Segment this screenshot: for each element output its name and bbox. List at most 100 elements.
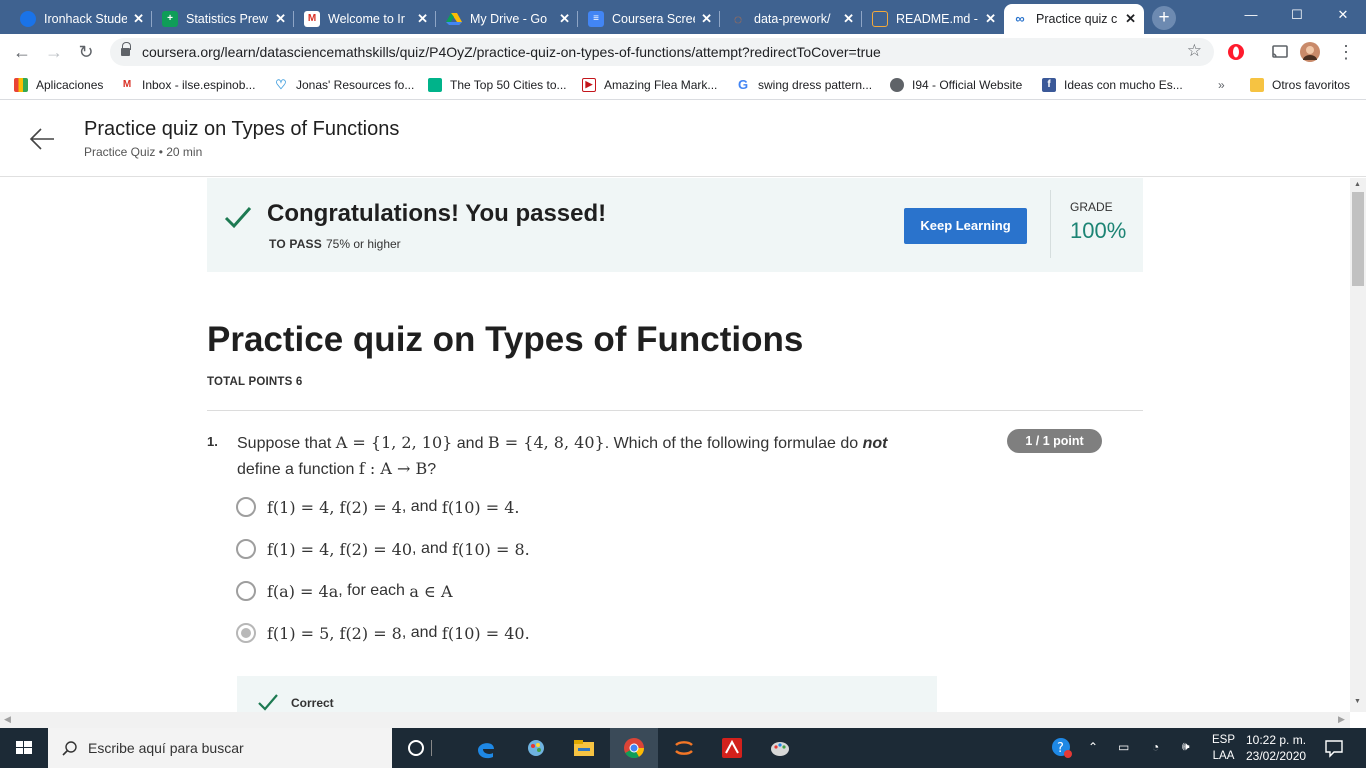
window-close-icon[interactable]: ✕ xyxy=(1320,0,1366,34)
paint-palette-icon[interactable] xyxy=(768,736,792,760)
tab-title: Practice quiz c xyxy=(1036,12,1118,26)
bookmark-i94[interactable]: I94 - Official Website xyxy=(890,76,1022,94)
tab-gmail[interactable]: M Welcome to Ir ✕ xyxy=(296,4,436,34)
address-bar[interactable]: coursera.org/learn/datasciencemathskills… xyxy=(110,38,1214,66)
option-text: , and xyxy=(412,540,448,557)
close-tab-icon[interactable]: ✕ xyxy=(985,11,996,27)
sheets-favicon-icon: + xyxy=(162,11,178,27)
language-indicator[interactable]: ESP LAA xyxy=(1212,732,1235,764)
bookmark-star-icon[interactable]: ☆ xyxy=(1187,41,1202,61)
bookmark-swing-dress[interactable]: G swing dress pattern... xyxy=(736,76,872,94)
taskbar-search[interactable]: Escribe aquí para buscar xyxy=(48,728,392,768)
scroll-right-icon[interactable]: ▶ xyxy=(1338,714,1345,725)
question-text-part: define a function xyxy=(237,461,355,478)
answer-option-2[interactable]: f(1) = 4, f(2) = 40, and f(10) = 8. xyxy=(236,536,530,562)
system-clock[interactable]: 10:22 p. m. 23/02/2020 xyxy=(1246,732,1306,764)
jupyter-icon[interactable] xyxy=(672,736,696,760)
close-tab-icon[interactable]: ✕ xyxy=(559,11,570,27)
back-icon[interactable]: ← xyxy=(10,40,34,64)
file-explorer-icon[interactable] xyxy=(572,736,596,760)
keep-learning-button[interactable]: Keep Learning xyxy=(904,208,1027,244)
task-view-icon[interactable] xyxy=(430,736,434,760)
reload-icon[interactable]: ↻ xyxy=(74,40,98,64)
tab-statistics[interactable]: + Statistics Prew ✕ xyxy=(154,4,294,34)
question-number: 1. xyxy=(207,434,218,449)
profile-avatar[interactable] xyxy=(1300,42,1320,62)
cast-icon[interactable] xyxy=(1270,42,1290,62)
scroll-up-icon[interactable]: ▲ xyxy=(1354,181,1361,188)
close-tab-icon[interactable]: ✕ xyxy=(701,11,712,27)
help-notification-icon[interactable]: ? xyxy=(1050,736,1074,760)
apps-grid-icon xyxy=(14,78,28,92)
close-tab-icon[interactable]: ✕ xyxy=(417,11,428,27)
bookmark-flea-market[interactable]: ▶ Amazing Flea Mark... xyxy=(582,76,717,94)
url-text[interactable]: coursera.org/learn/datasciencemathskills… xyxy=(142,44,881,60)
banner-divider xyxy=(1050,190,1051,258)
back-arrow-icon[interactable] xyxy=(28,125,56,153)
minimize-icon[interactable]: — xyxy=(1228,0,1274,34)
vertical-scrollbar[interactable]: ▲ ▼ xyxy=(1350,178,1366,712)
tab-title: Statistics Prew xyxy=(186,12,268,26)
grade-value: 100% xyxy=(1070,218,1127,243)
question-text: Suppose that A = {1, 2, 10} and B = {4, … xyxy=(237,430,937,482)
paint-app-icon[interactable] xyxy=(524,736,548,760)
radio-button-selected[interactable] xyxy=(236,623,256,643)
bookmark-apps[interactable]: Aplicaciones xyxy=(14,76,103,94)
tab-ironhack[interactable]: Ironhack Stude ✕ xyxy=(12,4,152,34)
gmail-icon: M xyxy=(120,78,134,92)
tab-drive[interactable]: My Drive - Go ✕ xyxy=(438,4,578,34)
chrome-icon[interactable] xyxy=(622,736,646,760)
option-math: f(10) = 8. xyxy=(452,539,530,559)
tab-title: Welcome to Ir xyxy=(328,12,405,26)
to-pass-text: TO PASS 75% or higher xyxy=(269,237,401,251)
bookmark-jonas[interactable]: ♡ Jonas' Resources fo... xyxy=(274,76,414,94)
radio-button[interactable] xyxy=(236,581,256,601)
scrollbar-thumb[interactable] xyxy=(1352,192,1364,286)
volume-icon[interactable]: 🕪 xyxy=(1182,739,1190,768)
tab-practice-quiz[interactable]: ∞ Practice quiz c ✕ xyxy=(1004,4,1144,34)
bookmark-other-folder[interactable]: Otros favoritos xyxy=(1250,76,1350,94)
radio-button[interactable] xyxy=(236,497,256,517)
bookmark-top-cities[interactable]: The Top 50 Cities to... xyxy=(428,76,567,94)
pass-banner: Congratulations! You passed! TO PASS 75% … xyxy=(207,178,1143,272)
close-tab-icon[interactable]: ✕ xyxy=(275,11,286,27)
forward-icon[interactable]: → xyxy=(42,40,66,64)
scroll-down-icon[interactable]: ▼ xyxy=(1354,698,1361,705)
bookmark-label: Aplicaciones xyxy=(36,78,104,92)
close-tab-icon[interactable]: ✕ xyxy=(843,11,854,27)
answer-option-4[interactable]: f(1) = 5, f(2) = 8, and f(10) = 40. xyxy=(236,620,530,646)
tab-readme[interactable]: README.md - ✕ xyxy=(864,4,1004,34)
more-bookmarks-button[interactable]: » xyxy=(1218,76,1225,94)
acrobat-icon[interactable] xyxy=(720,736,744,760)
chrome-menu-icon[interactable]: ⋮ xyxy=(1334,40,1358,64)
horizontal-scrollbar[interactable]: ◀ ▶ xyxy=(0,712,1350,728)
close-tab-icon[interactable]: ✕ xyxy=(133,11,144,27)
opera-extension-icon[interactable] xyxy=(1226,42,1246,62)
wifi-icon[interactable]: ◔ xyxy=(1152,740,1159,768)
bookmark-ideas[interactable]: f Ideas con mucho Es... xyxy=(1042,76,1183,94)
option-math: f(1) = 4, f(2) = 4 xyxy=(267,497,402,517)
search-icon xyxy=(62,741,77,756)
to-pass-label: TO PASS xyxy=(269,237,322,251)
windows-start-icon[interactable] xyxy=(0,728,48,768)
show-hidden-icons[interactable]: ⌃ xyxy=(1088,740,1098,768)
bookmark-label: swing dress pattern... xyxy=(758,78,873,92)
option-math: a ∈ A xyxy=(409,581,453,601)
action-center-icon[interactable] xyxy=(1322,736,1346,760)
quiz-content: Congratulations! You passed! TO PASS 75% … xyxy=(0,178,1350,712)
checkmark-icon xyxy=(224,207,252,229)
bookmark-inbox[interactable]: M Inbox - ilse.espinob... xyxy=(120,76,255,94)
maximize-icon[interactable]: ☐ xyxy=(1274,0,1320,34)
tab-data-prework[interactable]: ◌ data-prework/ ✕ xyxy=(722,4,862,34)
battery-icon[interactable]: ▭ xyxy=(1118,740,1129,768)
tab-coursera-screen[interactable]: ≡ Coursera Scree ✕ xyxy=(580,4,720,34)
close-tab-icon[interactable]: ✕ xyxy=(1125,11,1136,27)
math-set-b: B = {4, 8, 40} xyxy=(487,433,605,452)
edge-icon[interactable] xyxy=(474,736,498,760)
new-tab-button[interactable]: + xyxy=(1152,6,1176,30)
answer-option-3[interactable]: f(a) = 4a, for each a ∈ A xyxy=(236,578,453,604)
scroll-left-icon[interactable]: ◀ xyxy=(4,714,11,725)
answer-option-1[interactable]: f(1) = 4, f(2) = 4, and f(10) = 4. xyxy=(236,494,520,520)
cortana-icon[interactable] xyxy=(404,736,428,760)
radio-button[interactable] xyxy=(236,539,256,559)
